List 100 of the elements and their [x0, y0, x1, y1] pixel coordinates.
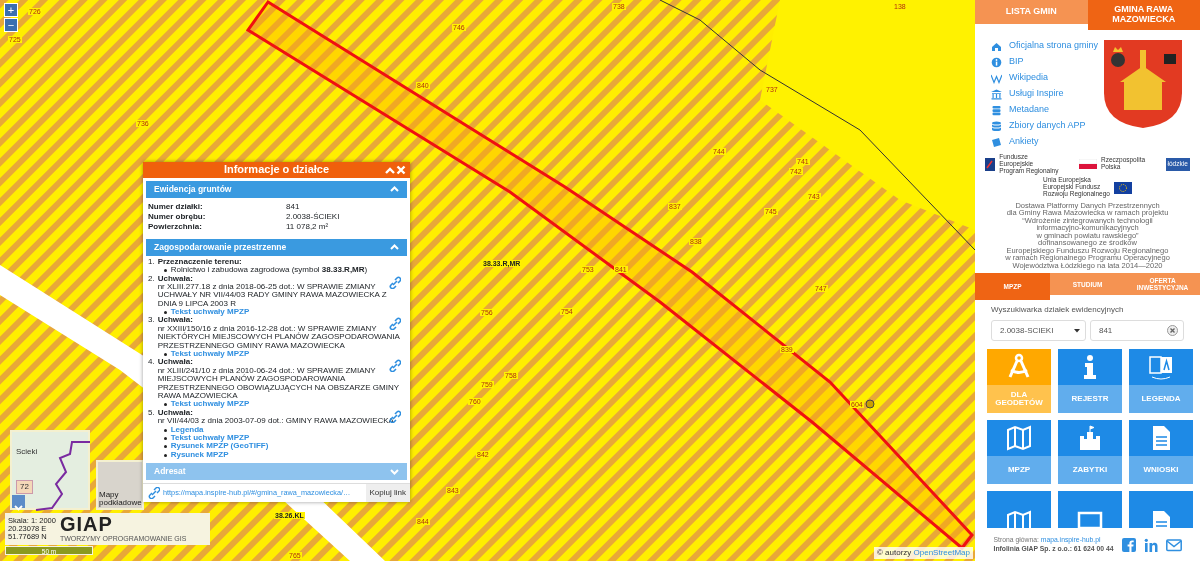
zoom-in-button[interactable]: +: [4, 3, 18, 17]
zoom-out-button[interactable]: −: [4, 18, 18, 32]
item-title: Uchwała:: [157, 408, 193, 418]
mail-icon: [1165, 537, 1182, 552]
translate-icon: [1147, 353, 1175, 382]
document-link[interactable]: Tekst uchwały MPZP: [170, 308, 250, 317]
item-title: Uchwała:: [157, 316, 193, 325]
caret-icon: [1073, 328, 1080, 333]
section-header[interactable]: Ewidencja gruntów: [146, 180, 407, 198]
link-icon: [388, 359, 401, 373]
basemap-label: Mapy podkładowe: [99, 491, 143, 507]
field-label: Powierzchnia:: [148, 223, 203, 232]
close-button[interactable]: [396, 165, 406, 175]
flag-icon: [1078, 159, 1097, 170]
sidebar-link[interactable]: Oficjalna strona gminy: [991, 38, 1099, 54]
item-title: Przeznaczenie terenu:: [157, 257, 242, 267]
resolution-text: nr XXIII/150/16 z dnia 2016-12-28 dot.: W SPRAWIE ZMIANY NIEKTÓRYCH MIEJSCOWYCH PLANÓW ZAGOSPODAROWANIA PRZESTRZENNEGO GMINY RAWA MAZOWIECKA: [157, 324, 401, 350]
field-label: Numer działki:: [148, 202, 204, 211]
email-link[interactable]: [1165, 537, 1182, 552]
place-label: Scieki: [16, 446, 38, 458]
link-button[interactable]: [388, 359, 401, 373]
sidebar-link[interactable]: Wikipedia: [991, 70, 1099, 86]
home-icon: [991, 40, 1002, 52]
linkedin-link[interactable]: [1143, 537, 1158, 552]
map-icon: [1005, 424, 1033, 453]
point-marker: [865, 399, 875, 409]
field-value: 11 078,2 m²: [286, 223, 330, 232]
logo-text: GIAP: [59, 513, 114, 534]
item-title: Uchwała:: [157, 274, 193, 283]
resolution-text: nr XLIII/241/10 z dnia 2010-06-24 dot.: W SPRAWIE ZMIANY MIEJSCOWYCH PLANÓW ZAGOSPODAROWANIA PRZESTRZENNEGO OBOWIĄZUJĄCYCH NA OBSZARZE GMINY RAWA MAZOWIECKA: [157, 366, 400, 401]
document-link[interactable]: Rysunek MPZP: [170, 450, 229, 460]
precinct-select[interactable]: 2.0038-SCIEKI: [991, 320, 1086, 342]
road-number-label: 72: [16, 480, 33, 494]
fund-logo-icon: [985, 157, 996, 171]
sidebar-link[interactable]: Zbiory danych APP: [991, 118, 1099, 134]
link-button[interactable]: [388, 317, 401, 331]
link-icon: [388, 317, 401, 331]
sidebar-link[interactable]: Ankiety: [991, 134, 1099, 150]
minimap[interactable]: Scieki 72: [10, 430, 90, 510]
popup-title: Informacje o działce: [223, 163, 330, 175]
item-number: 1.: [148, 257, 155, 268]
stacked-bars-icon: [991, 104, 1002, 116]
attribution-link[interactable]: OpenStreetMap: [913, 548, 970, 557]
database-icon: [991, 120, 1002, 132]
field-label: Numer obrębu:: [148, 212, 207, 222]
link-icon: [148, 487, 160, 500]
tool-tile[interactable]: MPZP: [987, 420, 1051, 485]
sidebar-link[interactable]: Metadane: [991, 102, 1099, 118]
document-link[interactable]: Tekst uchwały MPZP: [170, 400, 250, 409]
attribution-text: © autorzy: [876, 548, 913, 557]
resolution-text: nr XLIII.277.18 z dnia 2018-06-25 dot.: W SPRAWIE ZMIANY UCHWAŁY NR VII/44/03 RADY GMINY RAWA MAZOWIECKA Z DNIA 9 LIPCA 2003 R: [157, 282, 388, 309]
item-number: 5.: [148, 408, 155, 419]
link-button[interactable]: [388, 275, 401, 289]
item-title: Uchwała:: [157, 358, 193, 367]
collapse-button[interactable]: [12, 495, 25, 508]
search-title: Wyszukiwarka działek ewidencyjnych: [990, 304, 1125, 317]
section-header[interactable]: Adresat: [146, 463, 407, 481]
bullet-icon: [163, 353, 167, 356]
section-header[interactable]: Zagospodarowanie przestrzenne: [146, 238, 407, 256]
bank-building-icon: [991, 88, 1002, 100]
bullet-icon: [163, 428, 167, 432]
bullet-icon: [163, 445, 167, 449]
sidebar-link[interactable]: Usługi Inspire: [991, 86, 1099, 102]
book-icon: [991, 136, 1002, 148]
clear-icon: [1167, 325, 1178, 337]
bullet-icon: [163, 269, 167, 273]
chevron-up-icon: [390, 242, 399, 252]
bullet-icon: [163, 453, 167, 457]
w-letter-icon: [991, 72, 1002, 84]
document-link[interactable]: Tekst uchwały MPZP: [170, 433, 250, 443]
basemap-switcher[interactable]: Mapy podkładowe: [96, 460, 144, 510]
info-icon: [991, 56, 1002, 68]
item-number: 3.: [148, 316, 155, 327]
facebook-icon: [1121, 537, 1136, 552]
document-link[interactable]: Legenda: [170, 425, 204, 434]
copy-link-button[interactable]: Kopiuj link: [365, 484, 410, 503]
item-number: 2.: [148, 274, 155, 285]
linkedin-icon: [1143, 537, 1158, 552]
item-number: 4.: [148, 358, 155, 369]
item-text: Rolnictwo i zabudowa zagrodowa (symbol 38.33.R,MR): [170, 266, 368, 275]
document-link[interactable]: Rysunek MPZP (GeoTIFF): [170, 442, 269, 451]
parcel-number-field[interactable]: 841: [1089, 320, 1184, 342]
bullet-icon: [163, 311, 167, 315]
facebook-link[interactable]: [1121, 537, 1136, 552]
field-value: 841: [286, 202, 301, 211]
tool-tile[interactable]: LEGENDA: [1129, 349, 1193, 414]
bullet-icon: [163, 403, 167, 407]
document-link[interactable]: Tekst uchwały MPZP: [170, 350, 250, 359]
field-value: 2.0038-ŚCIEKI: [286, 212, 341, 222]
link-icon: [388, 275, 401, 289]
close-icon: [396, 165, 406, 175]
tool-tile[interactable]: ZABYTKI: [1058, 420, 1122, 485]
sidebar-link[interactable]: BIP: [991, 54, 1099, 70]
tool-tile[interactable]: WNIOSKI: [1129, 420, 1193, 485]
collapse-button[interactable]: [385, 165, 395, 175]
chevron-down-icon: [390, 467, 399, 477]
tab[interactable]: GMINA RAWA MAZOWIECKA: [1087, 0, 1200, 30]
tool-tile[interactable]: REJESTR: [1058, 349, 1122, 414]
tab[interactable]: LISTA GMIN: [975, 0, 1088, 24]
bullet-icon: [163, 436, 167, 440]
